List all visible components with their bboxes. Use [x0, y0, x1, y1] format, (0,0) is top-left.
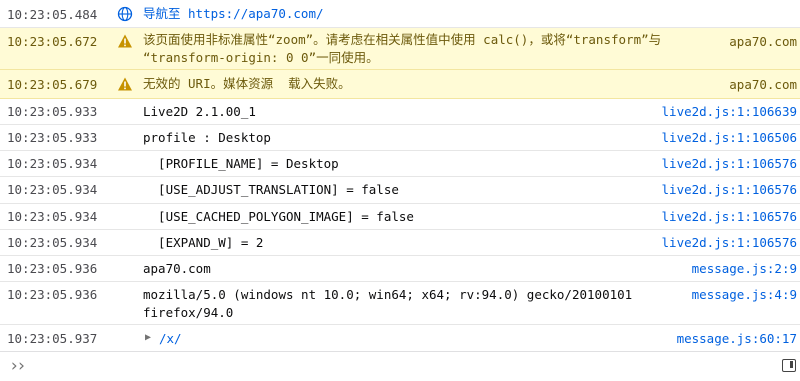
timestamp: 10:23:05.937 [7, 331, 98, 346]
timestamp: 10:23:05.934 [7, 209, 98, 224]
timestamp: 10:23:05.679 [7, 77, 98, 92]
timestamp: 10:23:05.933 [7, 130, 98, 145]
log-message: profile : Desktop [143, 130, 271, 145]
console-row-log: 10:23:05.934 [USE_ADJUST_TRANSLATION] = … [0, 177, 800, 204]
source-link[interactable]: apa70.com [729, 77, 797, 92]
timestamp: 10:23:05.934 [7, 182, 98, 197]
source-link[interactable]: live2d.js:1:106576 [662, 182, 797, 197]
triangle-right-icon[interactable]: ▶ [145, 332, 151, 343]
console-row-object: 10:23:05.937 ▶ /x/ message.js:60:17 [0, 325, 800, 351]
source-link[interactable]: message.js:4:9 [692, 287, 797, 302]
console-row-navigation: 10:23:05.484 导航至 https://apa70.com/ [0, 0, 800, 28]
source-link[interactable]: message.js:2:9 [692, 261, 797, 276]
log-message: Live2D 2.1.00_1 [143, 104, 256, 119]
console-input[interactable]: ›› [0, 351, 800, 381]
source-link[interactable]: message.js:60:17 [677, 331, 797, 346]
console-row-log: 10:23:05.934 [USE_CACHED_POLYGON_IMAGE] … [0, 204, 800, 230]
console-row-log: 10:23:05.934 [PROFILE_NAME] = Desktop li… [0, 151, 800, 177]
console-row-log: 10:23:05.933 Live2D 2.1.00_1 live2d.js:1… [0, 99, 800, 125]
warning-message: 该页面使用非标准属性“zoom”。请考虑在相关属性值中使用 calc()，或将“… [143, 32, 662, 65]
timestamp: 10:23:05.933 [7, 104, 98, 119]
console-row-warning: 10:23:05.679 无效的 URI。媒体资源 载入失败。 apa70.co… [0, 70, 800, 99]
source-link[interactable]: live2d.js:1:106576 [662, 209, 797, 224]
console-row-warning: 10:23:05.672 该页面使用非标准属性“zoom”。请考虑在相关属性值中… [0, 28, 800, 70]
log-message: [PROFILE_NAME] = Desktop [143, 156, 339, 171]
warning-icon [118, 77, 132, 91]
console-output: 10:23:05.484 导航至 https://apa70.com/ 10:2… [0, 0, 800, 351]
timestamp: 10:23:05.934 [7, 156, 98, 171]
source-link[interactable]: live2d.js:1:106576 [662, 156, 797, 171]
timestamp: 10:23:05.936 [7, 261, 98, 276]
timestamp: 10:23:05.672 [7, 34, 98, 49]
console-row-log: 10:23:05.936 apa70.com message.js:2:9 [0, 256, 800, 282]
log-message: [USE_CACHED_POLYGON_IMAGE] = false [143, 209, 414, 224]
timestamp: 10:23:05.484 [7, 7, 98, 22]
log-message: [EXPAND_W] = 2 [143, 235, 264, 250]
log-message: [USE_ADJUST_TRANSLATION] = false [143, 182, 399, 197]
double-chevron-icon: ›› [9, 356, 27, 376]
console-row-log: 10:23:05.934 [EXPAND_W] = 2 live2d.js:1:… [0, 230, 800, 256]
source-link[interactable]: live2d.js:1:106639 [662, 104, 797, 119]
source-link[interactable]: live2d.js:1:106506 [662, 130, 797, 145]
navigation-label: 导航至 [143, 6, 189, 21]
warning-icon [118, 34, 132, 48]
navigation-message: 导航至 https://apa70.com/ [143, 5, 324, 23]
console-row-log: 10:23:05.936 mozilla/5.0 (windows nt 10.… [0, 282, 800, 325]
console-row-log: 10:23:05.933 profile : Desktop live2d.js… [0, 125, 800, 151]
source-link[interactable]: live2d.js:1:106576 [662, 235, 797, 250]
log-message: mozilla/5.0 (windows nt 10.0; win64; x64… [143, 287, 633, 320]
timestamp: 10:23:05.936 [7, 287, 98, 302]
timestamp: 10:23:05.934 [7, 235, 98, 250]
object-preview-link[interactable]: /x/ [159, 330, 182, 348]
globe-icon [117, 6, 133, 22]
navigation-url-link[interactable]: https://apa70.com/ [188, 6, 323, 21]
warning-message: 无效的 URI。媒体资源 载入失败。 [143, 76, 351, 91]
source-link[interactable]: apa70.com [729, 34, 797, 49]
sidebar-toggle-icon[interactable] [782, 359, 796, 372]
log-message: apa70.com [143, 261, 211, 276]
